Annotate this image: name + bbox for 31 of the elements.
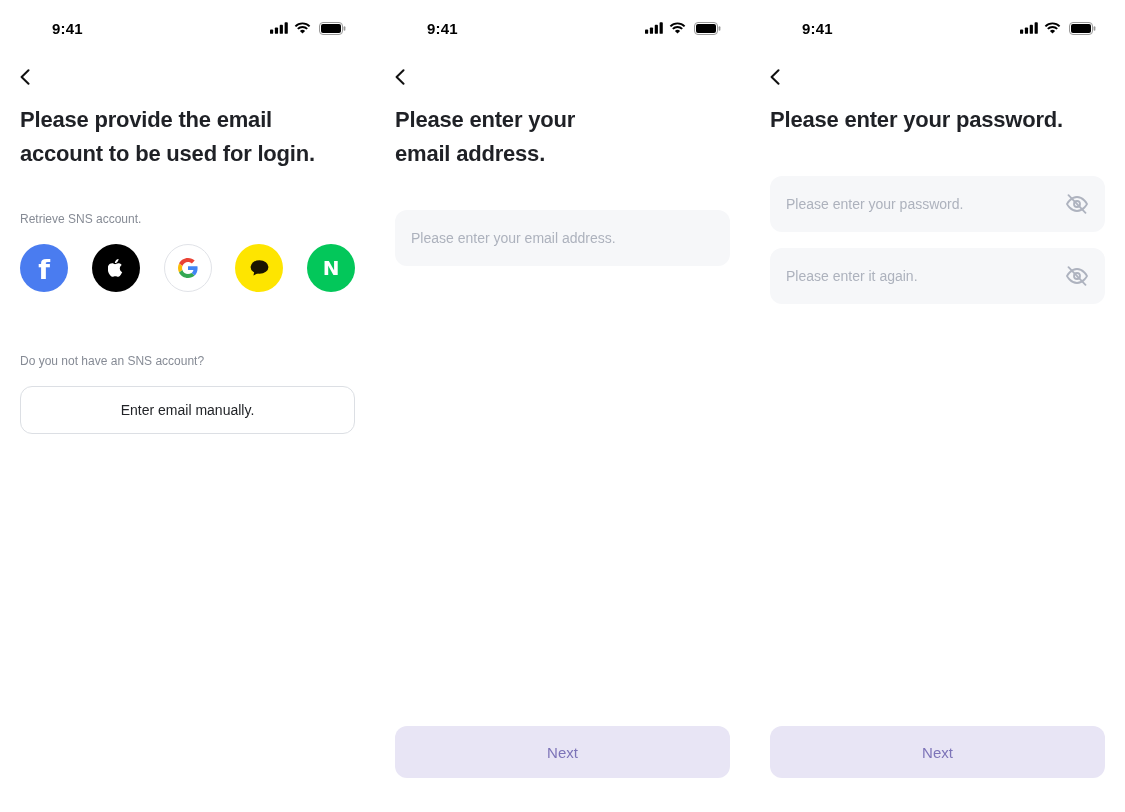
page-title: Please provide the email account to be used for login. bbox=[20, 106, 316, 168]
sns-login-button[interactable]: N bbox=[307, 244, 355, 292]
manual-email-button[interactable]: Enter email manually. bbox=[20, 386, 355, 434]
page-title: Please enter your email address. bbox=[395, 106, 577, 168]
back-icon[interactable] bbox=[20, 69, 30, 85]
helper-text: Retrieve SNS account. bbox=[20, 211, 142, 228]
battery-icon bbox=[694, 21, 721, 35]
status-time: 9:41 bbox=[427, 19, 458, 37]
apple-icon bbox=[108, 258, 124, 278]
wifi-icon bbox=[294, 22, 311, 34]
page-title: Please enter your password. bbox=[770, 106, 1064, 134]
signal-icon bbox=[1020, 22, 1038, 34]
battery-icon bbox=[319, 21, 346, 35]
back-icon[interactable] bbox=[770, 69, 780, 85]
signal-icon bbox=[270, 22, 288, 34]
sns-login-button[interactable] bbox=[91, 244, 140, 292]
sns-login-button[interactable] bbox=[235, 244, 284, 292]
helper-text: Do you not have an SNS account? bbox=[20, 353, 205, 370]
wifi-icon bbox=[669, 22, 686, 34]
wifi-icon bbox=[1044, 22, 1061, 34]
sns-login-button[interactable]: f bbox=[20, 244, 68, 292]
battery-icon bbox=[1069, 21, 1096, 35]
password-field[interactable]: Please enter your password. bbox=[770, 176, 1105, 232]
password-field[interactable]: Please enter it again. bbox=[770, 248, 1105, 304]
g-logo-icon bbox=[177, 258, 198, 278]
status-time: 9:41 bbox=[52, 19, 83, 37]
signal-icon bbox=[645, 22, 663, 34]
back-icon[interactable] bbox=[395, 69, 405, 85]
status-time: 9:41 bbox=[802, 19, 833, 37]
email-field[interactable]: Please enter your email address. bbox=[395, 210, 730, 266]
speech-bubble-icon bbox=[249, 260, 269, 276]
